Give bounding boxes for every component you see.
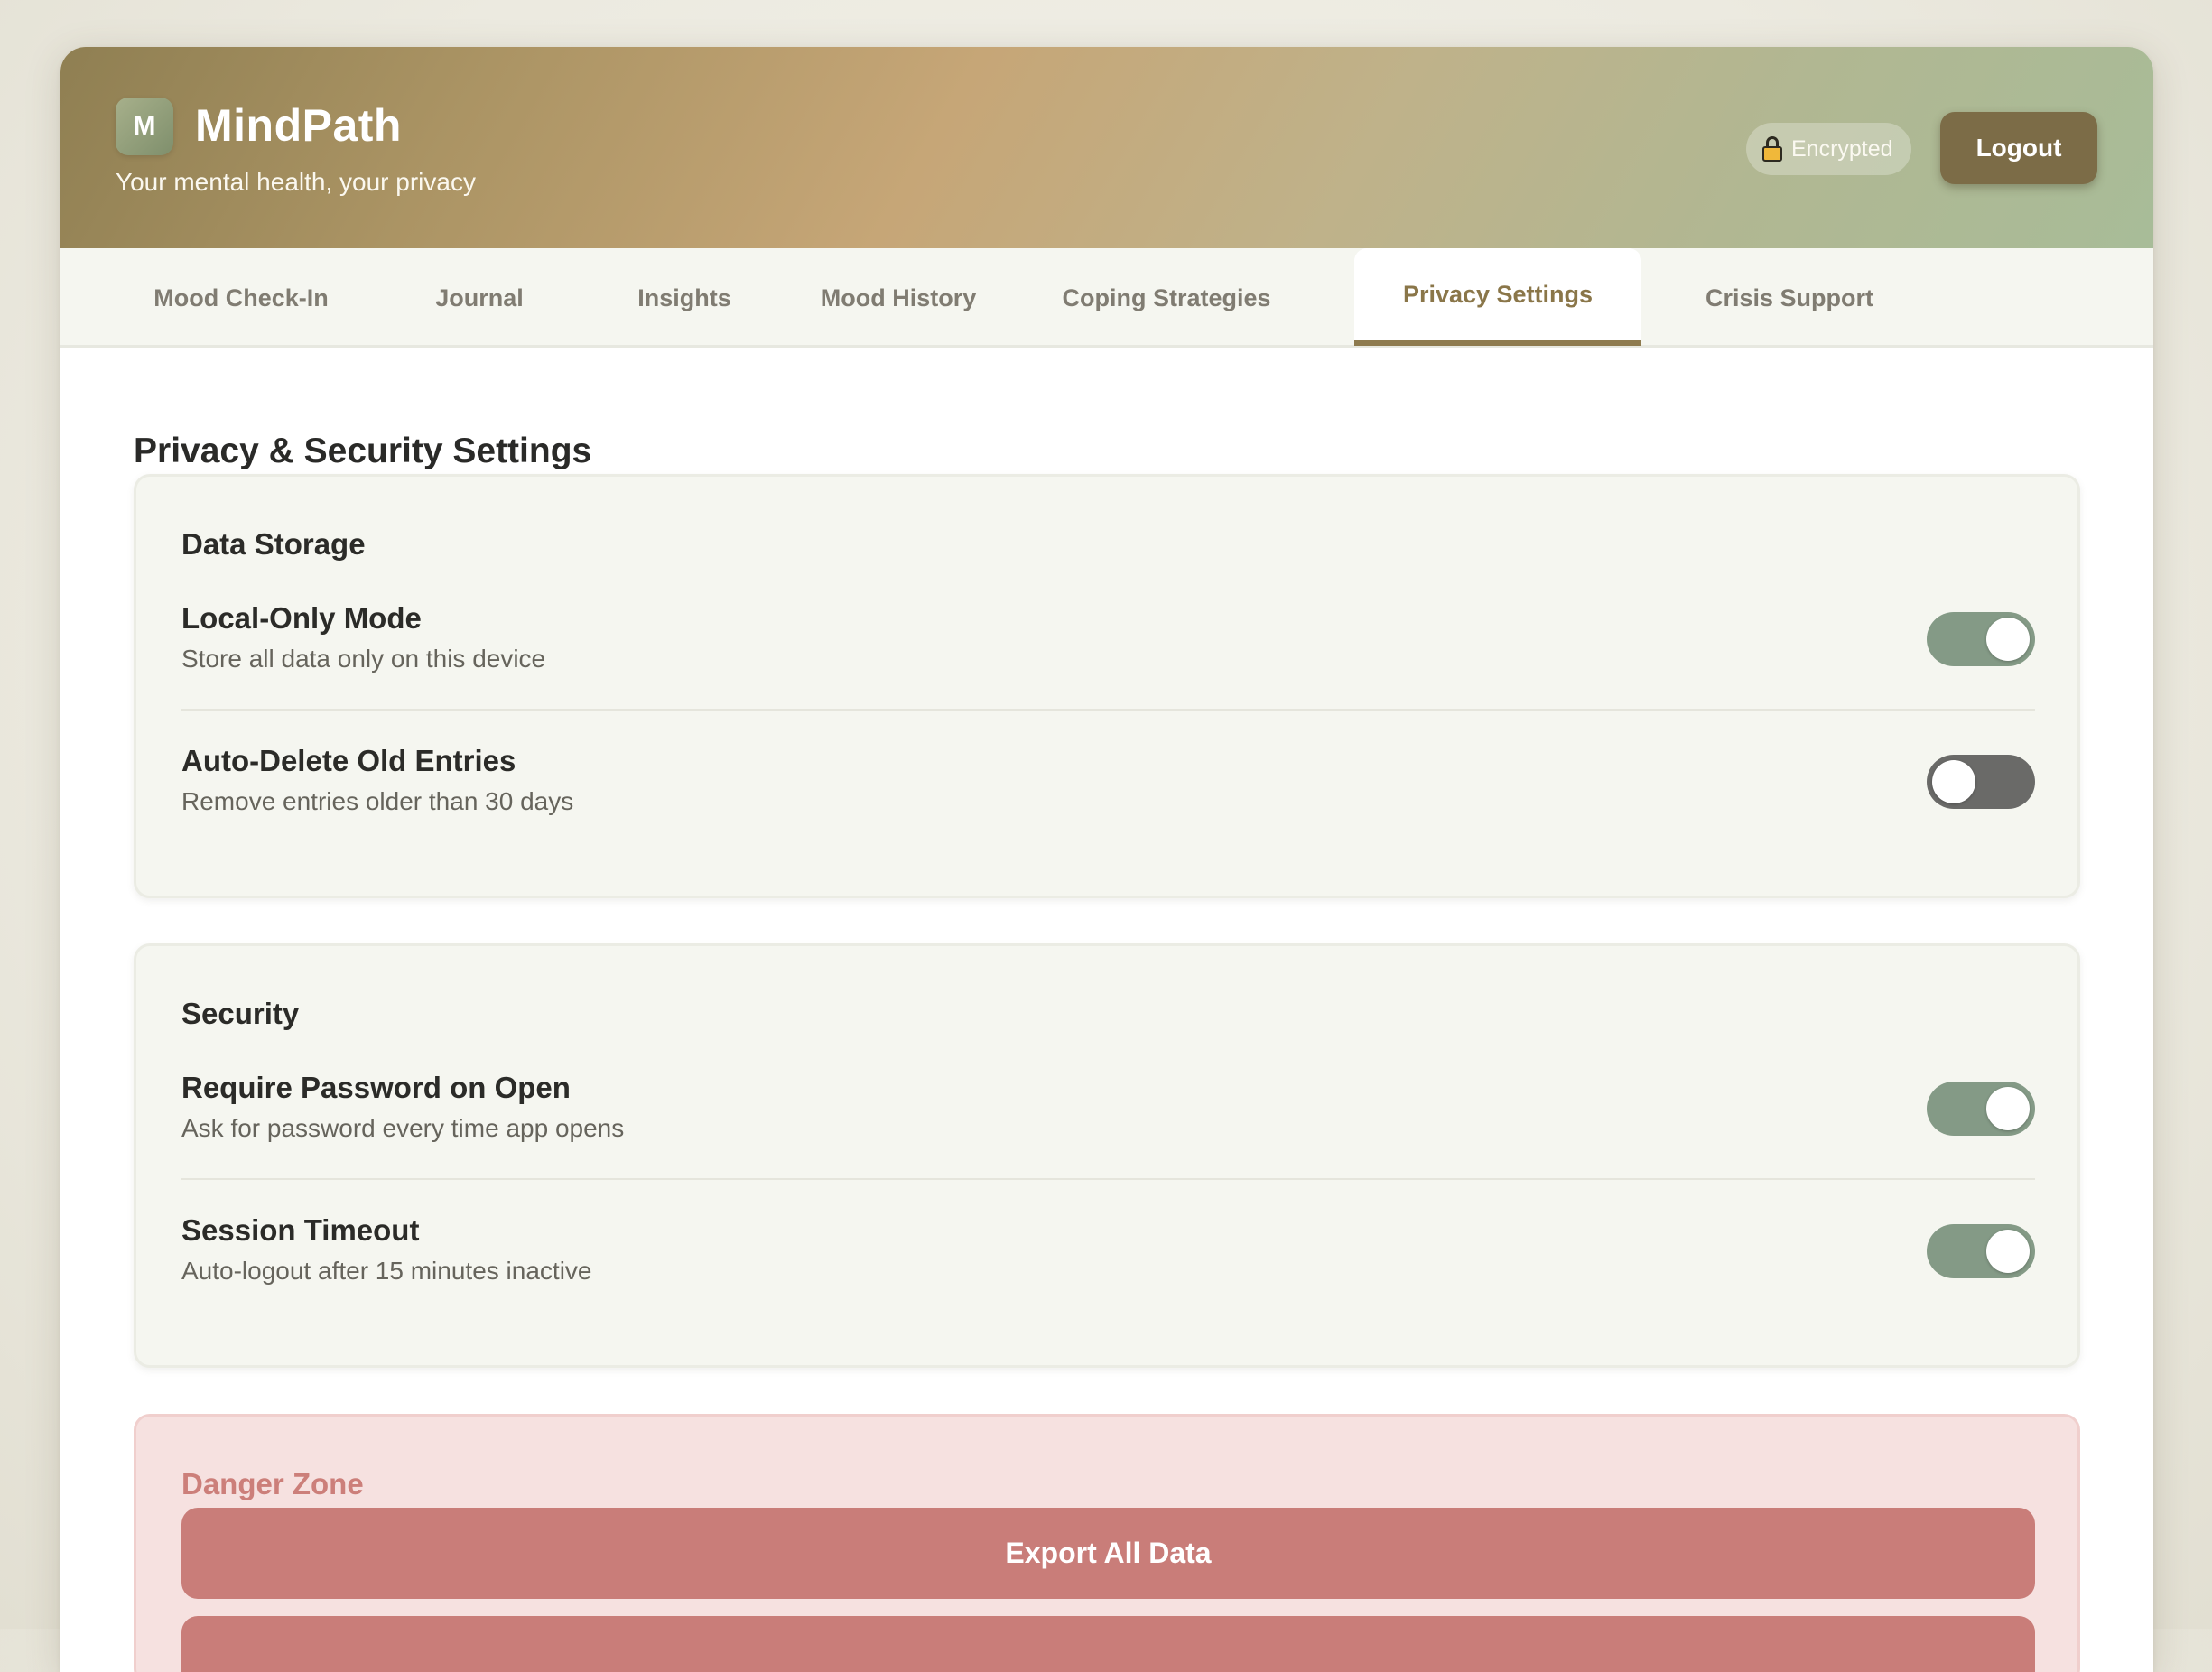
app-header: M MindPath Your mental health, your priv… <box>60 47 2153 248</box>
local-only-mode-toggle[interactable] <box>1927 612 2035 666</box>
app-title: MindPath <box>195 100 402 151</box>
data-storage-card: Data Storage Local-Only Mode Store all d… <box>134 474 2080 898</box>
tab-mood-check-in[interactable]: Mood Check-In <box>151 248 331 348</box>
divider <box>181 1178 2035 1180</box>
session-timeout-toggle[interactable] <box>1927 1224 2035 1278</box>
require-password-label: Require Password on Open <box>181 1071 571 1104</box>
auto-delete-label: Auto-Delete Old Entries <box>181 744 516 777</box>
local-only-mode-description: Store all data only on this device <box>181 645 546 673</box>
encrypted-badge: Encrypted <box>1746 123 1911 175</box>
require-password-description: Ask for password every time app opens <box>181 1114 625 1142</box>
auto-delete-toggle[interactable] <box>1927 755 2035 809</box>
encrypted-label: Encrypted <box>1791 135 1893 162</box>
tab-bar: Mood Check-In Journal Insights Mood Hist… <box>60 248 2153 348</box>
divider <box>181 709 2035 711</box>
local-only-mode-label: Local-Only Mode <box>181 601 422 635</box>
security-card: Security Require Password on Open Ask fo… <box>134 943 2080 1368</box>
logout-button[interactable]: Logout <box>1940 112 2097 184</box>
session-timeout-description: Auto-logout after 15 minutes inactive <box>181 1257 592 1285</box>
tab-privacy-settings[interactable]: Privacy Settings <box>1354 248 1641 346</box>
logo-icon: M <box>116 98 173 155</box>
toggle-knob <box>1986 1087 2030 1130</box>
tab-insights[interactable]: Insights <box>623 248 746 348</box>
app-subtitle: Your mental health, your privacy <box>116 168 476 196</box>
toggle-knob <box>1986 618 2030 661</box>
danger-zone-heading: Danger Zone <box>181 1467 364 1500</box>
auto-delete-description: Remove entries older than 30 days <box>181 787 574 815</box>
lock-icon <box>1762 136 1782 162</box>
data-storage-heading: Data Storage <box>181 527 366 561</box>
toggle-knob <box>1932 760 1975 803</box>
require-password-toggle[interactable] <box>1927 1082 2035 1136</box>
tab-mood-history[interactable]: Mood History <box>817 248 980 348</box>
danger-zone-card: Danger Zone Export All Data <box>134 1414 2080 1672</box>
session-timeout-label: Session Timeout <box>181 1213 420 1247</box>
app-window: M MindPath Your mental health, your priv… <box>60 47 2153 1672</box>
tab-journal[interactable]: Journal <box>425 248 534 348</box>
tab-crisis-support[interactable]: Crisis Support <box>1695 248 1884 348</box>
tab-coping-strategies[interactable]: Coping Strategies <box>1054 248 1279 348</box>
toggle-knob <box>1986 1230 2030 1273</box>
security-heading: Security <box>181 997 300 1030</box>
page-title: Privacy & Security Settings <box>134 432 592 470</box>
export-all-data-button[interactable]: Export All Data <box>181 1508 2035 1599</box>
danger-action-button[interactable] <box>181 1616 2035 1672</box>
